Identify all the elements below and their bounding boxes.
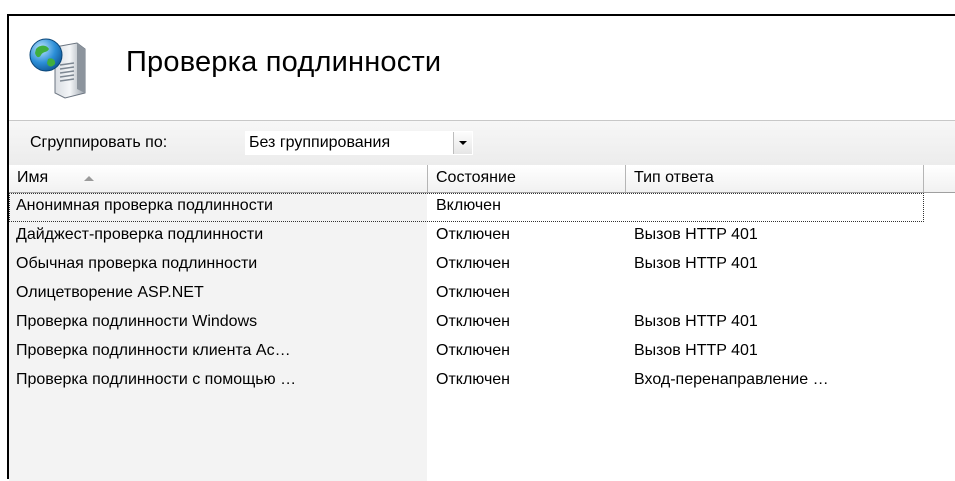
table-row[interactable]: Проверка подлинности с помощью … Отключе… xyxy=(9,367,955,396)
group-by-value: Без группирования xyxy=(249,134,391,151)
page-title: Проверка подлинности xyxy=(126,46,442,78)
row-name: Проверка подлинности Windows xyxy=(16,313,258,330)
table-row[interactable]: Олицетворение ASP.NET Отключен xyxy=(9,280,955,309)
row-state: Отключен xyxy=(436,226,511,243)
row-state: Отключен xyxy=(436,313,511,330)
authentication-feature-panel: Проверка подлинности Сгруппировать по: Б… xyxy=(7,14,955,481)
table-row[interactable]: Обычная проверка подлинности Отключен Вы… xyxy=(9,251,955,280)
column-header-state-label: Состояние xyxy=(436,169,516,186)
column-header-response-type[interactable]: Тип ответа xyxy=(626,165,924,192)
row-state: Отключен xyxy=(436,371,511,388)
row-state: Отключен xyxy=(436,255,511,272)
row-name: Дайджест-проверка подлинности xyxy=(16,226,264,243)
column-header-name-label: Имя xyxy=(17,169,49,186)
row-name: Анонимная проверка подлинности xyxy=(16,197,273,214)
row-name: Олицетворение ASP.NET xyxy=(16,284,204,301)
column-header-name[interactable]: Имя xyxy=(9,165,428,192)
row-response-type: Вызов HTTP 401 xyxy=(634,226,758,243)
column-header-filler xyxy=(924,165,955,192)
row-state: Включен xyxy=(436,197,501,214)
group-by-dropdown[interactable]: Без группирования xyxy=(245,131,473,155)
row-response-type: Вход-перенаправление … xyxy=(634,371,829,388)
table-row[interactable]: Проверка подлинности Windows Отключен Вы… xyxy=(9,309,955,338)
row-response-type: Вызов HTTP 401 xyxy=(634,255,758,272)
column-header-state[interactable]: Состояние xyxy=(428,165,626,192)
server-globe-icon xyxy=(29,38,86,99)
table-body: Анонимная проверка подлинности Включен Д… xyxy=(9,193,955,396)
row-name: Проверка подлинности с помощью … xyxy=(16,371,297,388)
chevron-down-icon[interactable] xyxy=(453,132,472,154)
column-header-response-type-label: Тип ответа xyxy=(634,169,714,186)
sort-ascending-icon xyxy=(84,176,94,181)
group-by-label: Сгруппировать по: xyxy=(30,134,168,151)
features-list-view: Имя Состояние Тип ответа Анонимная прове… xyxy=(9,165,955,481)
table-row[interactable]: Проверка подлинности клиента Ac… Отключе… xyxy=(9,338,955,367)
table-row[interactable]: Дайджест-проверка подлинности Отключен В… xyxy=(9,222,955,251)
row-response-type: Вызов HTTP 401 xyxy=(634,313,758,330)
row-state: Отключен xyxy=(436,284,511,301)
table-row[interactable]: Анонимная проверка подлинности Включен xyxy=(9,193,924,222)
row-state: Отключен xyxy=(436,342,511,359)
grouping-toolbar: Сгруппировать по: Без группирования xyxy=(9,120,955,166)
row-name: Обычная проверка подлинности xyxy=(16,255,258,272)
row-response-type: Вызов HTTP 401 xyxy=(634,342,758,359)
column-header-row: Имя Состояние Тип ответа xyxy=(9,165,955,193)
row-name: Проверка подлинности клиента Ac… xyxy=(16,342,291,359)
